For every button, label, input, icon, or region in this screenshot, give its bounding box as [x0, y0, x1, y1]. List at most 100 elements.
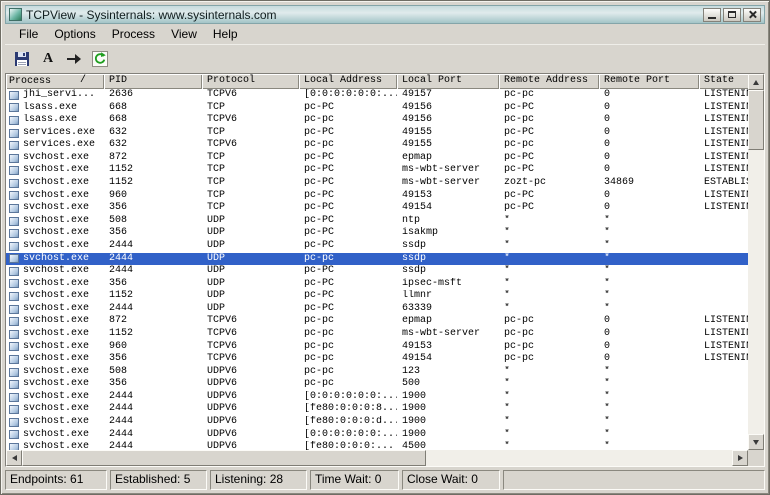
cell-remote_address: *	[499, 378, 599, 391]
column-label: Remote Address	[504, 75, 589, 86]
menu-view[interactable]: View	[163, 25, 205, 43]
table-row[interactable]: svchost.exe 356 UDP pc-PC ipsec-msft * *	[6, 278, 748, 291]
cell-text: 1152	[109, 290, 134, 302]
cell-text: svchost.exe	[23, 227, 90, 239]
column-header-remote_address[interactable]: Remote Address	[499, 74, 599, 89]
cell-local_port: 49154	[397, 202, 499, 215]
cell-text: UDPV6	[207, 390, 238, 402]
cell-text: svchost.exe	[23, 151, 90, 163]
table-row[interactable]: lsass.exe 668 TCPV6 pc-pc 49156 pc-pc 0 LISTENI…	[6, 114, 748, 127]
table-row[interactable]: svchost.exe 356 UDP pc-PC isakmp * *	[6, 227, 748, 240]
table-row[interactable]: svchost.exe 960 TCP pc-PC 49153 pc-PC 0 LISTENI…	[6, 190, 748, 203]
cell-process: svchost.exe	[6, 328, 104, 341]
font-icon: A	[42, 50, 54, 66]
font-button[interactable]: A	[36, 48, 60, 70]
save-button[interactable]	[10, 48, 34, 70]
cell-text: pc-PC	[304, 214, 335, 226]
cell-text: pc-PC	[304, 290, 335, 302]
cell-remote_port: *	[599, 403, 699, 416]
cell-remote_port: *	[599, 253, 699, 266]
cell-process: svchost.exe	[6, 303, 104, 316]
column-header-process[interactable]: Process /	[6, 74, 104, 89]
column-header-local_port[interactable]: Local Port	[397, 74, 499, 89]
cell-text: TCPV6	[207, 327, 238, 339]
process-icon	[9, 254, 19, 264]
cell-text: UDP	[207, 290, 226, 302]
cell-text: pc-PC	[304, 126, 335, 138]
vertical-scroll-thumb[interactable]	[748, 90, 764, 150]
cell-local_port: llmnr	[397, 290, 499, 303]
menu-help[interactable]: Help	[205, 25, 246, 43]
cell-text: 49153	[402, 189, 433, 201]
table-row[interactable]: svchost.exe 1152 TCP pc-PC ms-wbt-server pc-P…	[6, 164, 748, 177]
horizontal-scroll-thumb[interactable]	[22, 450, 426, 466]
table-row[interactable]: svchost.exe 2444 UDP pc-PC 63339 * *	[6, 303, 748, 316]
cell-process: svchost.exe	[6, 429, 104, 442]
cell-text: *	[604, 428, 611, 440]
process-icon	[9, 367, 19, 377]
cell-text: LISTENING	[704, 164, 748, 176]
cell-remote_address: pc-PC	[499, 190, 599, 203]
menu-process[interactable]: Process	[104, 25, 163, 43]
cell-process: svchost.exe	[6, 416, 104, 429]
maximize-button[interactable]	[723, 7, 741, 22]
table-row[interactable]: services.exe 632 TCPV6 pc-pc 49155 pc-pc 0 LIST…	[6, 139, 748, 152]
table-row[interactable]: svchost.exe 2444 UDP pc-PC ssdp * *	[6, 265, 748, 278]
table-row[interactable]: svchost.exe 1152 TCP pc-PC ms-wbt-server zozt…	[6, 177, 748, 190]
refresh-button[interactable]	[88, 48, 112, 70]
close-button[interactable]	[743, 7, 761, 22]
column-header-remote_port[interactable]: Remote Port	[599, 74, 699, 89]
cell-remote_address: *	[499, 215, 599, 228]
scroll-left-button[interactable]	[6, 450, 22, 466]
table-row[interactable]: svchost.exe 872 TCP pc-PC epmap pc-PC 0 LISTENI…	[6, 152, 748, 165]
title-bar[interactable]: TCPView - Sysinternals: www.sysinternals…	[5, 5, 765, 24]
table-row[interactable]: svchost.exe 2444 UDPV6 [0:0:0:0:0:0:... 1900…	[6, 429, 748, 442]
table-row[interactable]: svchost.exe 356 TCP pc-PC 49154 pc-PC 0 LISTENI…	[6, 202, 748, 215]
table-row[interactable]: svchost.exe 872 TCPV6 pc-pc epmap pc-pc 0 LISTE…	[6, 315, 748, 328]
table-row[interactable]: lsass.exe 668 TCP pc-PC 49156 pc-PC 0 LISTENING	[6, 102, 748, 115]
cell-remote_address: *	[499, 391, 599, 404]
minimize-button[interactable]	[703, 7, 721, 22]
process-icon	[9, 354, 19, 364]
table-row[interactable]: jhi_servi... 2636 TCPV6 [0:0:0:0:0:0:... 491…	[6, 89, 748, 102]
table-row[interactable]: svchost.exe 356 UDPV6 pc-pc 500 * *	[6, 378, 748, 391]
table-row[interactable]: svchost.exe 2444 UDPV6 [fe80:0:0:0:... 4500 *…	[6, 441, 748, 450]
process-icon	[9, 392, 19, 402]
cell-protocol: TCP	[202, 202, 299, 215]
table-row[interactable]: services.exe 632 TCP pc-PC 49155 pc-PC 0 LISTEN…	[6, 127, 748, 140]
table-row[interactable]: svchost.exe 960 TCPV6 pc-pc 49153 pc-pc 0 LISTE…	[6, 341, 748, 354]
cell-process: svchost.exe	[6, 441, 104, 450]
cell-protocol: TCPV6	[202, 315, 299, 328]
cell-text: pc-pc	[304, 327, 335, 339]
cell-text: LISTENING	[704, 139, 748, 151]
cell-text: pc-pc	[304, 340, 335, 352]
column-header-protocol[interactable]: Protocol	[202, 74, 299, 89]
disconnect-button[interactable]	[62, 48, 86, 70]
horizontal-scrollbar[interactable]	[6, 450, 748, 466]
table-row[interactable]: svchost.exe 2444 UDPV6 [fe80:0:0:0:8... 1900…	[6, 403, 748, 416]
table-row[interactable]: svchost.exe 508 UDPV6 pc-pc 123 * *	[6, 366, 748, 379]
scroll-right-button[interactable]	[732, 450, 748, 466]
table-row[interactable]: svchost.exe 356 TCPV6 pc-pc 49154 pc-pc 0 LISTE…	[6, 353, 748, 366]
table-row[interactable]: svchost.exe 2444 UDPV6 [fe80:0:0:0:d... 1900…	[6, 416, 748, 429]
cell-text: pc-PC	[504, 101, 535, 113]
column-header-pid[interactable]: PID	[104, 74, 202, 89]
table-row[interactable]: svchost.exe 2444 UDPV6 [0:0:0:0:0:0:... 1900…	[6, 391, 748, 404]
cell-text: UDPV6	[207, 428, 238, 440]
menu-file[interactable]: File	[11, 25, 46, 43]
table-row[interactable]: svchost.exe 2444 UDP pc-PC ssdp * *	[6, 240, 748, 253]
column-header-state[interactable]: State	[699, 74, 748, 89]
vertical-scrollbar[interactable]	[748, 74, 764, 450]
scroll-up-button[interactable]	[748, 74, 764, 90]
table-row[interactable]: svchost.exe 508 UDP pc-PC ntp * *	[6, 215, 748, 228]
cell-text: TCPV6	[207, 353, 238, 365]
menu-options[interactable]: Options	[46, 25, 103, 43]
table-row[interactable]: svchost.exe 1152 UDP pc-PC llmnr * *	[6, 290, 748, 303]
table-row[interactable]: svchost.exe 2444 UDP pc-pc ssdp * *	[6, 252, 748, 266]
table-row[interactable]: svchost.exe 1152 TCPV6 pc-pc ms-wbt-server pc…	[6, 328, 748, 341]
scroll-down-button[interactable]	[748, 434, 764, 450]
cell-local_port: 49156	[397, 102, 499, 115]
column-header-local_address[interactable]: Local Address	[299, 74, 397, 89]
cell-protocol: TCPV6	[202, 341, 299, 354]
cell-local_address: [fe80:0:0:0:d...	[299, 416, 397, 429]
